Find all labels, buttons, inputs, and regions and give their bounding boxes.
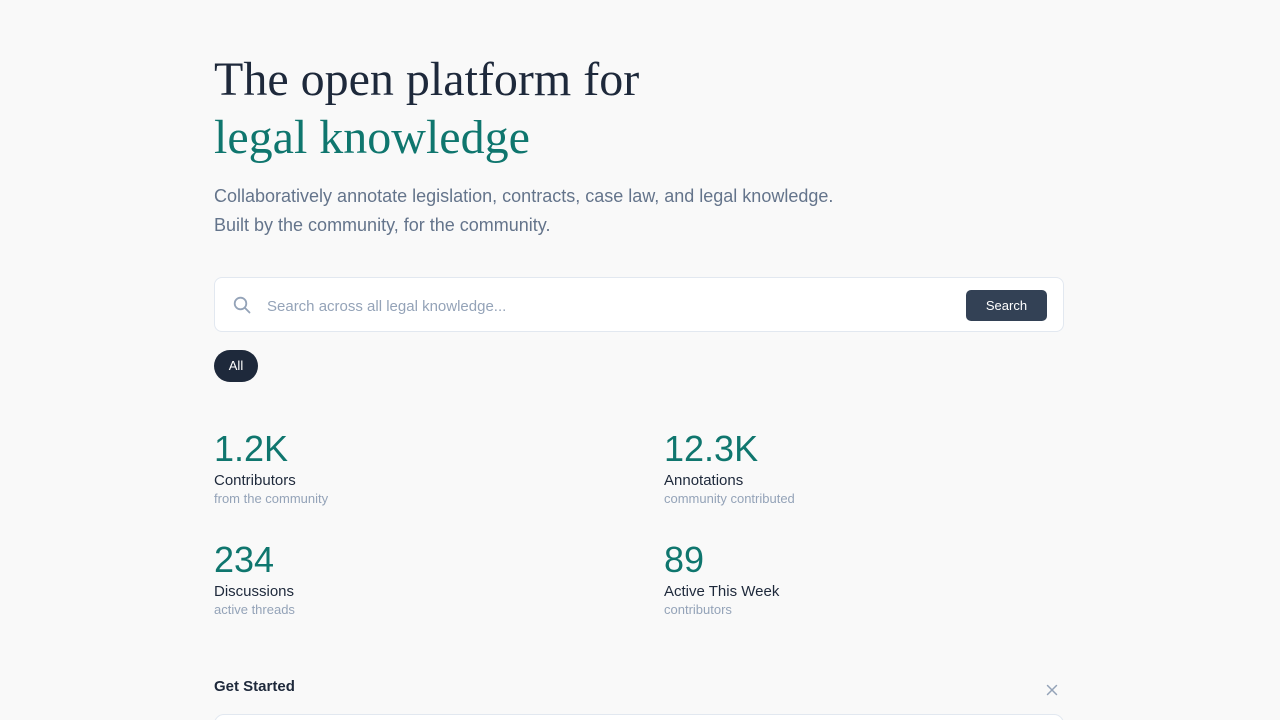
stat-label: Contributors <box>214 472 296 489</box>
stat-caption: from the community <box>214 491 329 506</box>
stat-discussions: 234 Discussions active threads <box>214 540 614 618</box>
filter-chip-all[interactable]: All <box>214 350 258 382</box>
stat-label: Discussions <box>214 583 295 600</box>
search-icon <box>233 296 251 314</box>
stat-value: 12.3K <box>664 428 759 469</box>
stat-caption: contributors <box>664 602 732 617</box>
stat-caption: active threads <box>214 602 295 617</box>
search-input[interactable] <box>265 290 959 322</box>
stat-value: 89 <box>664 539 705 580</box>
close-icon[interactable] <box>1044 682 1060 698</box>
stat-annotations: 12.3K Annotations community contributed <box>664 429 1064 507</box>
hero-subtitle: Collaboratively annotate legislation, co… <box>214 182 833 240</box>
hero-title-accent: legal knowledge <box>214 111 530 164</box>
hero-subtitle-line1: Collaboratively annotate legislation, co… <box>214 186 834 206</box>
search-bar: Search <box>214 277 1064 332</box>
search-button[interactable]: Search <box>966 290 1047 321</box>
stat-value: 1.2K <box>214 428 289 469</box>
hero-title: The open platform for legal knowledge <box>214 51 639 167</box>
stat-active-this-week: 89 Active This Week contributors <box>664 540 1064 618</box>
stat-label: Active This Week <box>664 583 780 600</box>
hero-title-line1: The open platform for <box>214 53 640 106</box>
stat-value: 234 <box>214 539 275 580</box>
hero-subtitle-line2: Built by the community, for the communit… <box>214 215 551 235</box>
stat-caption: community contributed <box>664 491 795 506</box>
get-started-card <box>214 714 1064 720</box>
stat-label: Annotations <box>664 472 744 489</box>
stat-contributors: 1.2K Contributors from the community <box>214 429 614 507</box>
get-started-title: Get Started <box>214 678 295 695</box>
